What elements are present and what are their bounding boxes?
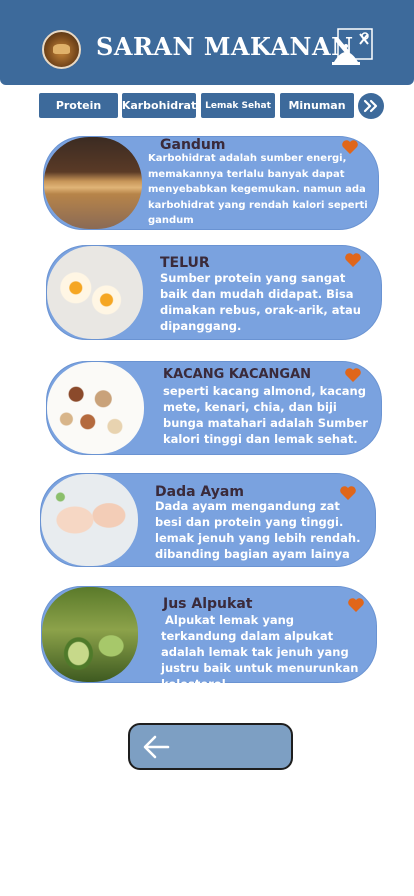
food-description: Alpukat lemak yang terkandung dalam alpu…	[161, 613, 363, 692]
heart-icon[interactable]	[339, 485, 357, 501]
tab-protein[interactable]: Protein	[39, 93, 118, 118]
food-card-telur[interactable]: TELUR Sumber protein yang sangat baik da…	[46, 245, 382, 340]
food-description: Karbohidrat adalah sumber energi, memaka…	[148, 153, 368, 226]
egg-image	[47, 246, 143, 339]
heart-icon[interactable]	[344, 252, 362, 268]
chicken-breast-image	[41, 474, 138, 566]
food-title: KACANG KACANGAN	[163, 367, 312, 382]
tab-lemak-sehat[interactable]: Lemak Sehat	[201, 93, 275, 118]
food-title: Jus Alpukat	[163, 596, 253, 612]
app-header: SARAN MAKANAN	[0, 0, 414, 85]
double-chevron-right-icon	[363, 99, 378, 113]
food-card-dada-ayam[interactable]: Dada Ayam Dada ayam mengandung zat besi …	[40, 473, 376, 567]
food-description: Dada ayam mengandung zat besi dan protei…	[155, 499, 361, 562]
food-card-kacang[interactable]: KACANG KACANGAN seperti kacang almond, k…	[46, 361, 382, 455]
heart-icon[interactable]	[347, 597, 365, 613]
avocado-juice-image	[42, 587, 138, 682]
heart-icon[interactable]	[341, 139, 359, 155]
app-title: SARAN MAKANAN	[96, 32, 354, 61]
tab-minuman[interactable]: Minuman	[280, 93, 354, 118]
wheat-image	[44, 137, 142, 229]
tab-karbohidrat[interactable]: Karbohidrat	[122, 93, 196, 118]
back-button[interactable]	[128, 723, 293, 770]
nuts-image	[47, 362, 144, 454]
food-description: Sumber protein yang sangat baik dan muda…	[160, 271, 361, 334]
category-tabs: Protein Karbohidrat Lemak Sehat Minuman	[0, 93, 414, 119]
heart-icon[interactable]	[344, 367, 362, 383]
chef-hat-icon	[332, 28, 373, 65]
arrow-left-icon	[143, 735, 170, 759]
food-card-jus-alpukat[interactable]: Jus Alpukat Alpukat lemak yang terkandun…	[41, 586, 377, 691]
food-description: seperti kacang almond, kacang mete, kena…	[163, 384, 368, 447]
food-logo-icon	[42, 30, 81, 69]
next-categories-button[interactable]	[358, 93, 384, 119]
food-card-gandum[interactable]: Gandum Karbohidrat adalah sumber energi,…	[43, 136, 379, 230]
food-title: TELUR	[160, 255, 210, 271]
